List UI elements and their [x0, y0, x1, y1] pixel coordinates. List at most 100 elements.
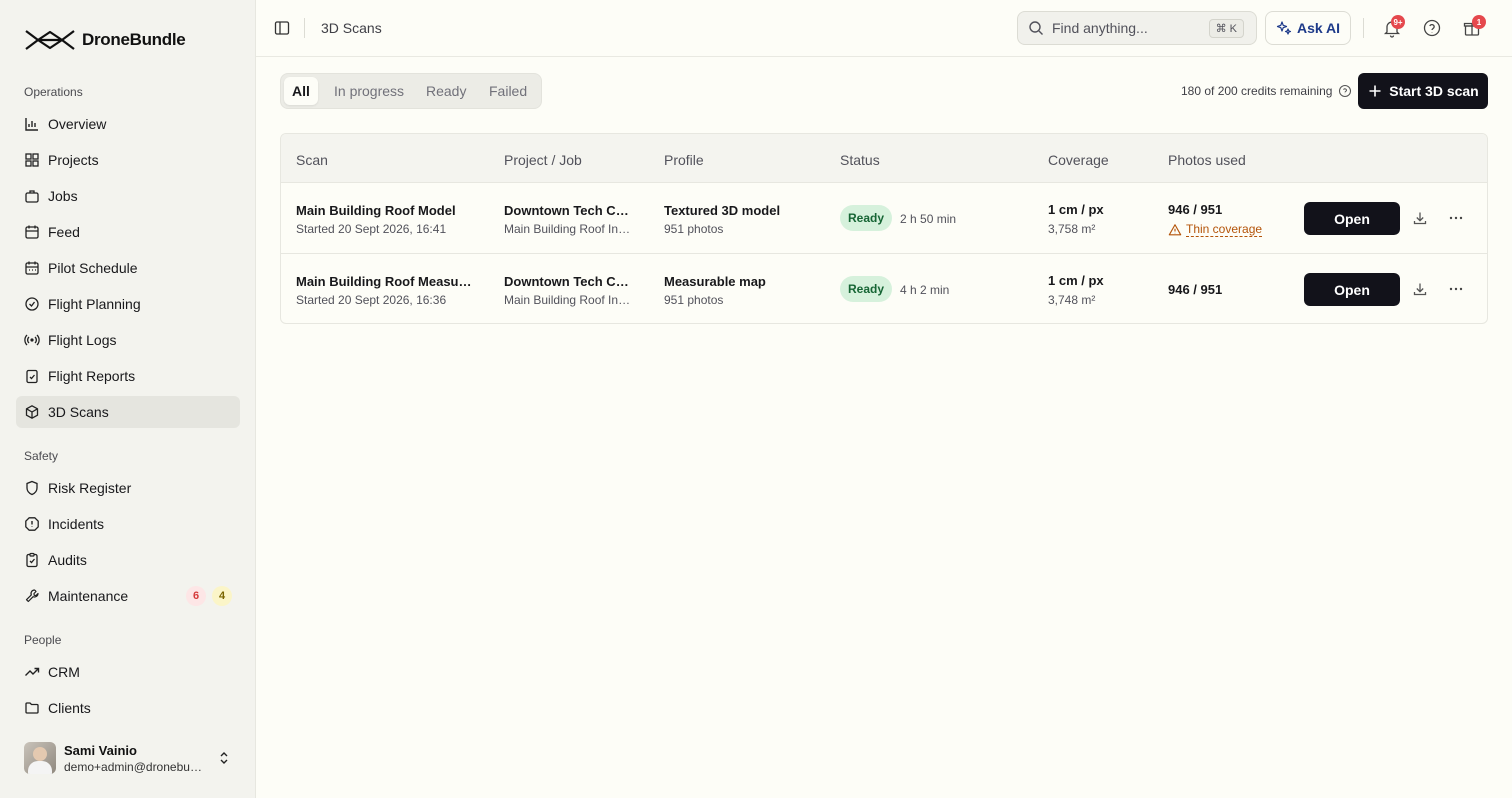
- notifications-badge: 9+: [1391, 15, 1405, 29]
- job-name[interactable]: Main Building Roof Inspection: [504, 222, 634, 236]
- sidebar-item-label: Feed: [48, 224, 80, 240]
- open-button[interactable]: Open: [1304, 273, 1400, 306]
- scan-duration: 2 h 50 min: [900, 212, 957, 226]
- start-3d-scan-button[interactable]: Start 3D scan: [1358, 73, 1488, 109]
- photos-used: 946 / 951: [1168, 282, 1223, 297]
- sidebar-item-risk-register[interactable]: Risk Register: [16, 472, 240, 504]
- ask-ai-button[interactable]: Ask AI: [1265, 11, 1351, 45]
- job-name[interactable]: Main Building Roof Inspection: [504, 293, 634, 307]
- column-header-project-job: Project / Job: [504, 152, 582, 168]
- sidebar-item-incidents[interactable]: Incidents: [16, 508, 240, 540]
- sidebar-item-flight-planning[interactable]: Flight Planning: [16, 288, 240, 320]
- notifications-button[interactable]: 9+: [1382, 15, 1405, 38]
- help-circle-icon: [1423, 19, 1441, 37]
- search-shortcut: ⌘ K: [1208, 19, 1244, 38]
- section-label-people: People: [24, 633, 62, 647]
- project-name[interactable]: Downtown Tech Campus: [504, 274, 634, 289]
- tab-all[interactable]: All: [284, 77, 318, 105]
- divider: [304, 18, 305, 38]
- sidebar-item-label: Jobs: [48, 188, 78, 204]
- sidebar-item-3d-scans[interactable]: 3D Scans: [16, 396, 240, 428]
- user-menu[interactable]: Sami Vainio demo+admin@dronebundle.com: [16, 734, 240, 782]
- breadcrumb: 3D Scans: [321, 20, 382, 36]
- scan-started: Started 20 Sept 2026, 16:36: [296, 293, 447, 307]
- maintenance-due-badge: 4: [212, 586, 232, 606]
- project-name[interactable]: Downtown Tech Campus: [504, 203, 634, 218]
- search-input[interactable]: Find anything... ⌘ K: [1017, 11, 1257, 45]
- coverage-resolution: 1 cm / px: [1048, 202, 1104, 217]
- sidebar-item-label: Maintenance: [48, 588, 129, 604]
- plus-icon: [1369, 85, 1381, 97]
- download-icon[interactable]: [1412, 210, 1428, 226]
- scans-table: Scan Project / Job Profile Status Covera…: [280, 133, 1488, 324]
- tab-in-progress[interactable]: In progress: [326, 77, 412, 105]
- section-label-safety: Safety: [24, 449, 59, 463]
- user-email: demo+admin@dronebundle.com: [64, 759, 204, 774]
- shield-icon: [24, 480, 40, 496]
- divider: [1363, 18, 1364, 38]
- help-button[interactable]: [1422, 18, 1442, 38]
- sidebar-item-label: Flight Planning: [48, 296, 141, 312]
- sidebar-item-jobs[interactable]: Jobs: [16, 180, 240, 212]
- tab-ready[interactable]: Ready: [418, 77, 474, 105]
- thin-coverage-warning[interactable]: Thin coverage: [1168, 222, 1263, 237]
- sidebar-item-label: Clients: [48, 700, 91, 716]
- sidebar-item-label: 3D Scans: [48, 404, 109, 420]
- search-placeholder: Find anything...: [1052, 20, 1148, 36]
- sidebar-item-label: Pilot Schedule: [48, 260, 138, 276]
- table-row[interactable]: Main Building Roof Model Started 20 Sept…: [281, 183, 1487, 254]
- gift-badge: 1: [1472, 15, 1486, 29]
- sidebar-item-audits[interactable]: Audits: [16, 544, 240, 576]
- sidebar-item-crm[interactable]: CRM: [16, 656, 240, 688]
- table-row[interactable]: Main Building Roof Measurement Started 2…: [281, 254, 1487, 323]
- folder-icon: [24, 700, 40, 716]
- sidebar-item-projects[interactable]: Projects: [16, 144, 240, 176]
- profile-name: Measurable map: [664, 274, 766, 289]
- sidebar: DroneBundle Operations Overview Projects…: [0, 0, 256, 798]
- sidebar-item-label: Risk Register: [48, 480, 132, 496]
- avatar: [24, 742, 56, 774]
- column-header-profile: Profile: [664, 152, 704, 168]
- ask-ai-label: Ask AI: [1296, 20, 1341, 36]
- chevron-up-down-icon: [220, 752, 228, 764]
- sidebar-item-overview[interactable]: Overview: [16, 108, 240, 140]
- sidebar-item-label: Overview: [48, 116, 107, 132]
- sidebar-item-pilot-schedule[interactable]: Pilot Schedule: [16, 252, 240, 284]
- open-button[interactable]: Open: [1304, 202, 1400, 235]
- sidebar-item-flight-reports[interactable]: Flight Reports: [16, 360, 240, 392]
- more-options-icon[interactable]: [1448, 210, 1464, 226]
- download-icon[interactable]: [1412, 281, 1428, 297]
- tab-failed[interactable]: Failed: [481, 77, 535, 105]
- scan-name[interactable]: Main Building Roof Measurement: [296, 274, 474, 289]
- coverage-area: 3,758 m²: [1048, 222, 1096, 236]
- credits-remaining: 180 of 200 credits remaining: [1181, 84, 1352, 98]
- sparkles-icon: [1276, 21, 1292, 35]
- brand-logo[interactable]: DroneBundle: [24, 26, 186, 54]
- box-icon: [24, 404, 40, 420]
- warning-triangle-icon: [1168, 223, 1182, 235]
- top-bar: 3D Scans Find anything... ⌘ K Ask AI 9+ …: [256, 0, 1512, 57]
- brand-name: DroneBundle: [82, 30, 186, 49]
- help-circle-icon[interactable]: [1338, 84, 1352, 98]
- section-label-operations: Operations: [24, 85, 83, 99]
- status-filter-tabs: All In progress Ready Failed: [280, 73, 542, 109]
- table-header: Scan Project / Job Profile Status Covera…: [281, 134, 1487, 183]
- more-options-icon[interactable]: [1448, 281, 1464, 297]
- sidebar-item-maintenance[interactable]: Maintenance 6 4: [16, 580, 240, 612]
- wrench-icon: [24, 588, 40, 604]
- sidebar-item-flight-logs[interactable]: Flight Logs: [16, 324, 240, 356]
- sidebar-item-feed[interactable]: Feed: [16, 216, 240, 248]
- coverage-resolution: 1 cm / px: [1048, 273, 1104, 288]
- trending-icon: [24, 664, 40, 680]
- warning-text: Thin coverage: [1186, 222, 1263, 237]
- maintenance-overdue-badge: 6: [186, 586, 206, 606]
- scan-name[interactable]: Main Building Roof Model: [296, 203, 481, 218]
- sidebar-item-clients[interactable]: Clients: [16, 692, 240, 724]
- profile-photos: 951 photos: [664, 222, 724, 236]
- gift-button[interactable]: 1: [1462, 15, 1486, 38]
- sidebar-toggle-icon[interactable]: [274, 20, 290, 36]
- calendar-icon: [24, 224, 40, 240]
- column-header-scan: Scan: [296, 152, 328, 168]
- profile-name: Textured 3D model: [664, 203, 781, 218]
- sidebar-item-label: Incidents: [48, 516, 105, 532]
